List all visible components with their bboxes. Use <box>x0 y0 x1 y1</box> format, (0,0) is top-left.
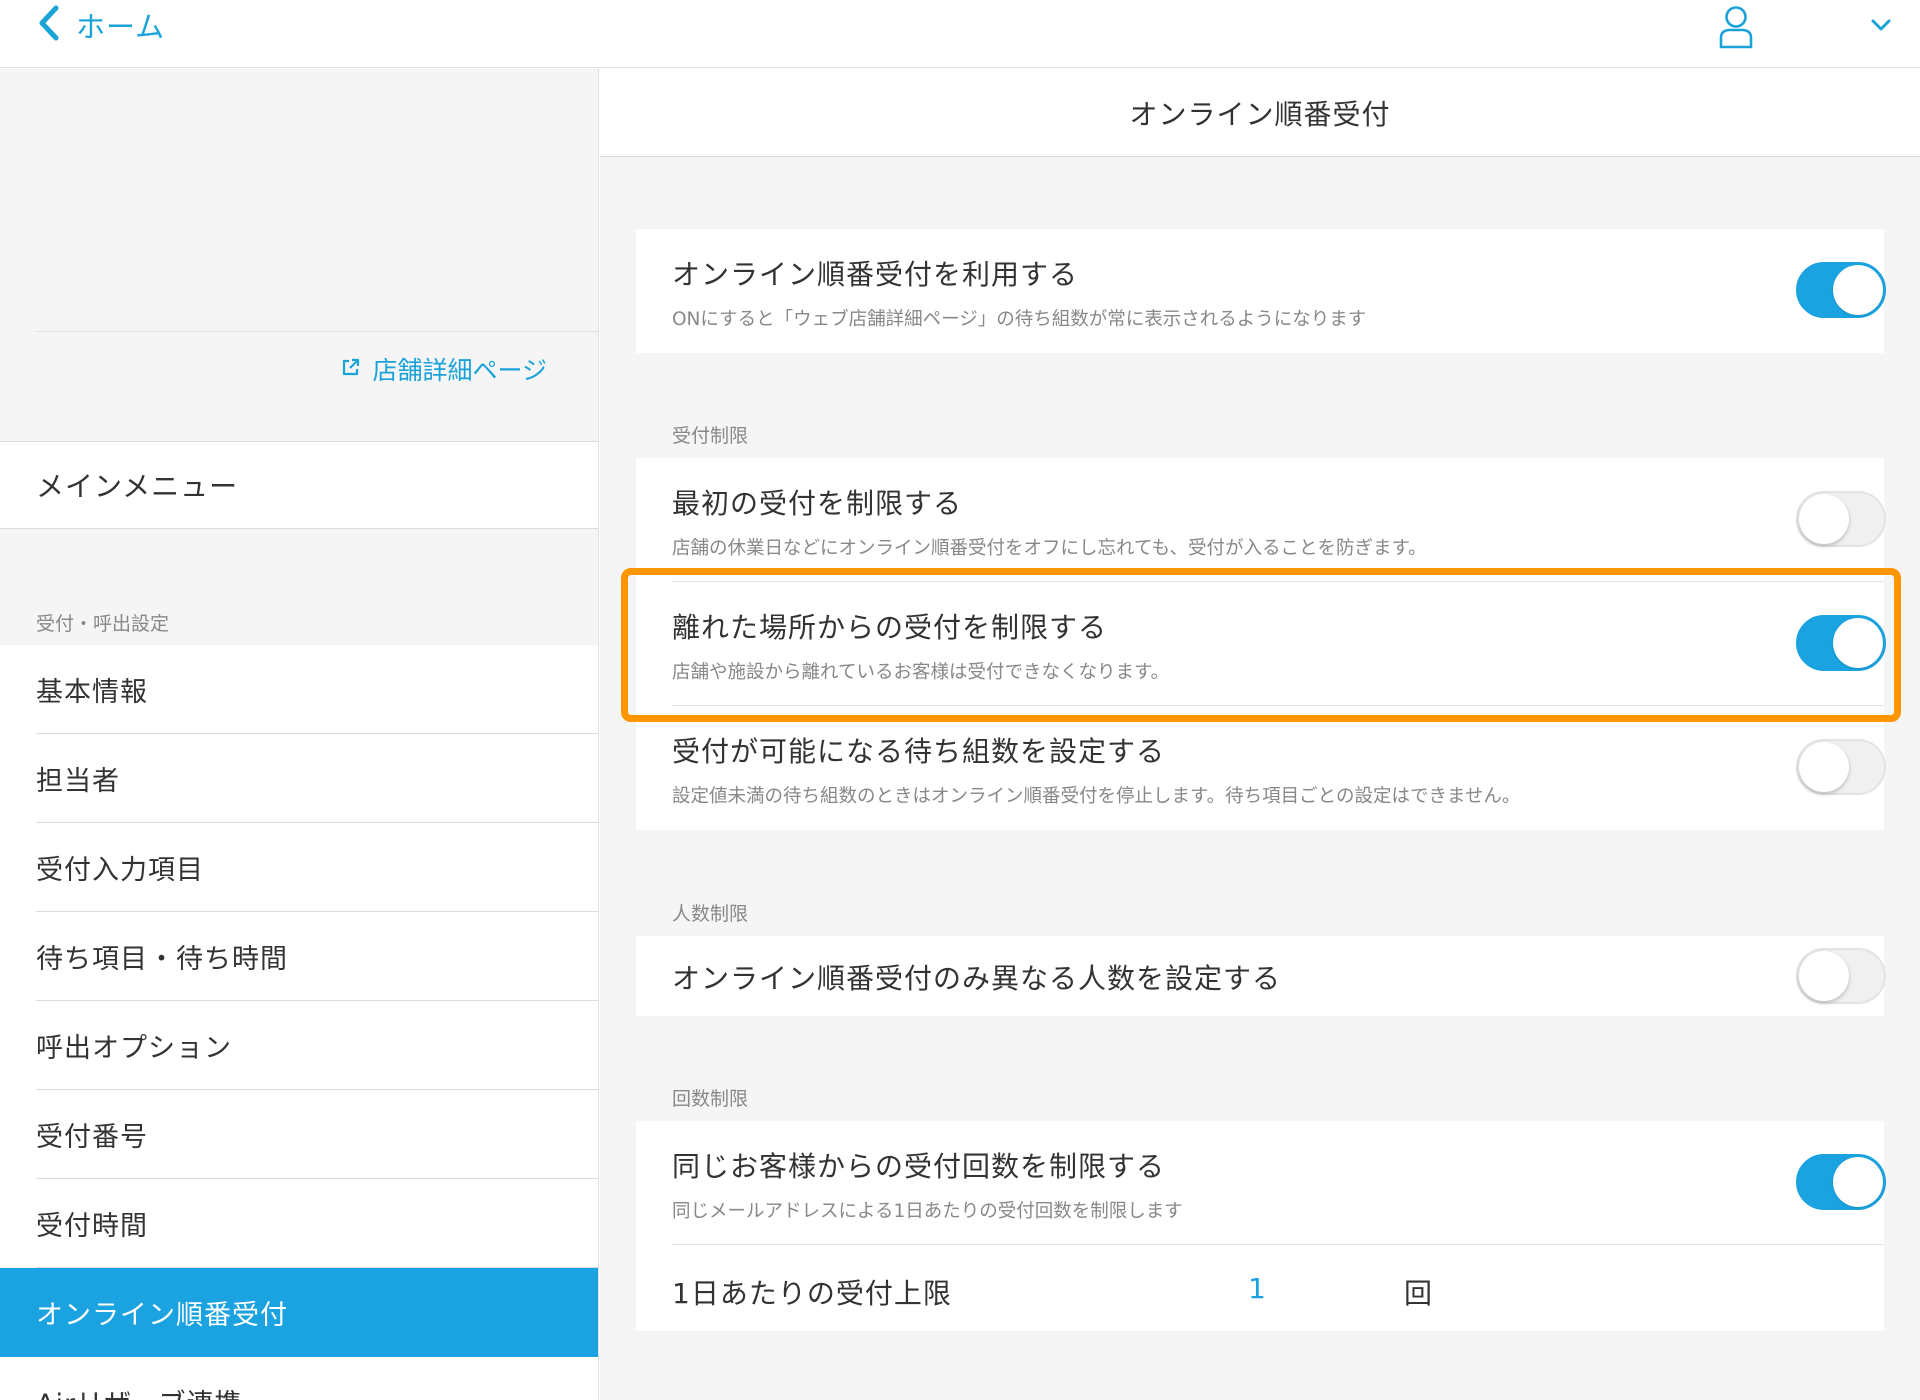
daily-limit-unit: 回 <box>1404 1277 1433 1310</box>
sidebar-item-reception-number[interactable]: 受付番号 <box>0 1090 598 1179</box>
wait-count-toggle[interactable] <box>1796 739 1886 795</box>
page-header: オンライン順番受付 <box>600 69 1920 157</box>
remote-limit-desc: 店舗や施設から離れているお客様は受付できなくなります。 <box>672 662 1170 683</box>
sidebar-item-basic-info[interactable]: 基本情報 <box>0 645 598 734</box>
toggle-knob <box>1833 1157 1883 1207</box>
chevron-left-icon <box>36 4 62 46</box>
sidebar: 店舗詳細ページ メインメニュー 受付・呼出設定 基本情報 担当者 受付入力項目 … <box>0 69 599 1400</box>
reception-limit-caption: 受付制限 <box>672 425 749 447</box>
same-customer-desc: 同じメールアドレスによる1日あたりの受付回数を制限します <box>672 1201 1183 1222</box>
reception-limit-card: 最初の受付を制限する 店舗の休業日などにオンライン順番受付をオフにし忘れても、受… <box>636 458 1886 830</box>
divider <box>672 581 1884 582</box>
store-detail-link[interactable]: 店舗詳細ページ <box>340 351 547 387</box>
toggle-knob <box>1799 742 1849 792</box>
toggle-knob <box>1833 618 1883 668</box>
sidebar-item-label: 受付番号 <box>36 1122 148 1153</box>
daily-limit-value[interactable]: 1 <box>1248 1272 1266 1305</box>
sidebar-item-label: 呼出オプション <box>36 1033 232 1064</box>
use-online-card: オンライン順番受付を利用する ONにすると「ウェブ店舗詳細ページ」の待ち組数が常… <box>636 229 1886 353</box>
same-customer-toggle[interactable] <box>1796 1154 1886 1210</box>
divider <box>36 331 598 332</box>
sidebar-item-wait-items[interactable]: 待ち項目・待ち時間 <box>0 912 598 1001</box>
divider <box>672 705 1884 706</box>
remote-limit-toggle[interactable] <box>1796 615 1886 671</box>
sidebar-item-label: 担当者 <box>36 766 120 797</box>
sidebar-item-label: 基本情報 <box>36 677 148 708</box>
back-label: ホーム <box>76 10 166 44</box>
sidebar-item-online-queue[interactable]: オンライン順番受付 <box>0 1268 598 1357</box>
sidebar-item-label: 受付時間 <box>36 1211 148 1242</box>
toggle-knob <box>1833 265 1883 315</box>
sidebar-item-label: 受付入力項目 <box>36 855 204 886</box>
toggle-knob <box>1799 494 1849 544</box>
different-count-title: オンライン順番受付のみ異なる人数を設定する <box>672 962 1282 995</box>
sidebar-item-label: オンライン順番受付 <box>36 1300 288 1331</box>
sidebar-nav: 基本情報 担当者 受付入力項目 待ち項目・待ち時間 呼出オプション 受付番号 受… <box>0 645 598 1400</box>
count-limit-caption: 回数制限 <box>672 1088 749 1110</box>
people-limit-card: オンライン順番受付のみ異なる人数を設定する <box>636 936 1886 1016</box>
first-limit-desc: 店舗の休業日などにオンライン順番受付をオフにし忘れても、受付が入ることを防ぎます… <box>672 538 1427 559</box>
people-limit-caption: 人数制限 <box>672 903 749 925</box>
daily-limit-label: 1日あたりの受付上限 <box>672 1277 952 1310</box>
section-caption: 受付・呼出設定 <box>36 613 170 635</box>
external-link-icon <box>340 356 372 382</box>
main-menu-item[interactable]: メインメニュー <box>0 441 598 529</box>
sidebar-header: 店舗詳細ページ <box>0 69 598 441</box>
remote-limit-title: 離れた場所からの受付を制限する <box>672 611 1108 644</box>
wait-count-title: 受付が可能になる待ち組数を設定する <box>672 735 1166 768</box>
chevron-down-icon[interactable] <box>1866 10 1896 40</box>
divider <box>672 1244 1884 1245</box>
sidebar-item-label: 待ち項目・待ち時間 <box>36 944 288 975</box>
sidebar-item-reception-time[interactable]: 受付時間 <box>0 1179 598 1268</box>
user-icon[interactable] <box>1716 4 1756 50</box>
use-online-desc: ONにすると「ウェブ店舗詳細ページ」の待ち組数が常に表示されるようになります <box>672 309 1367 330</box>
use-online-toggle[interactable] <box>1796 262 1886 318</box>
store-detail-link-label: 店舗詳細ページ <box>372 356 547 385</box>
sidebar-item-input-fields[interactable]: 受付入力項目 <box>0 823 598 912</box>
sidebar-item-label: Airリザーブ連携 <box>36 1382 242 1400</box>
same-customer-title: 同じお客様からの受付回数を制限する <box>672 1150 1166 1183</box>
wait-count-desc: 設定値未満の待ち組数のときはオンライン順番受付を停止します。待ち項目ごとの設定は… <box>672 786 1521 807</box>
first-limit-toggle[interactable] <box>1796 491 1886 547</box>
use-online-title: オンライン順番受付を利用する <box>672 258 1079 291</box>
sidebar-item-staff[interactable]: 担当者 <box>0 734 598 823</box>
toggle-knob <box>1799 951 1849 1001</box>
different-count-toggle[interactable] <box>1796 948 1886 1004</box>
count-limit-card: 同じお客様からの受付回数を制限する 同じメールアドレスによる1日あたりの受付回数… <box>636 1121 1886 1331</box>
page-title: オンライン順番受付 <box>1129 97 1391 131</box>
sidebar-item-air-reserve[interactable]: Airリザーブ連携 <box>0 1357 598 1400</box>
sidebar-item-call-options[interactable]: 呼出オプション <box>0 1001 598 1090</box>
main-panel: オンライン順番受付 オンライン順番受付を利用する ONにすると「ウェブ店舗詳細ペ… <box>600 69 1920 1400</box>
top-bar: ホーム <box>0 0 1920 68</box>
back-home-button[interactable]: ホーム <box>36 0 165 50</box>
first-limit-title: 最初の受付を制限する <box>672 487 963 520</box>
main-menu-label: メインメニュー <box>36 470 239 503</box>
